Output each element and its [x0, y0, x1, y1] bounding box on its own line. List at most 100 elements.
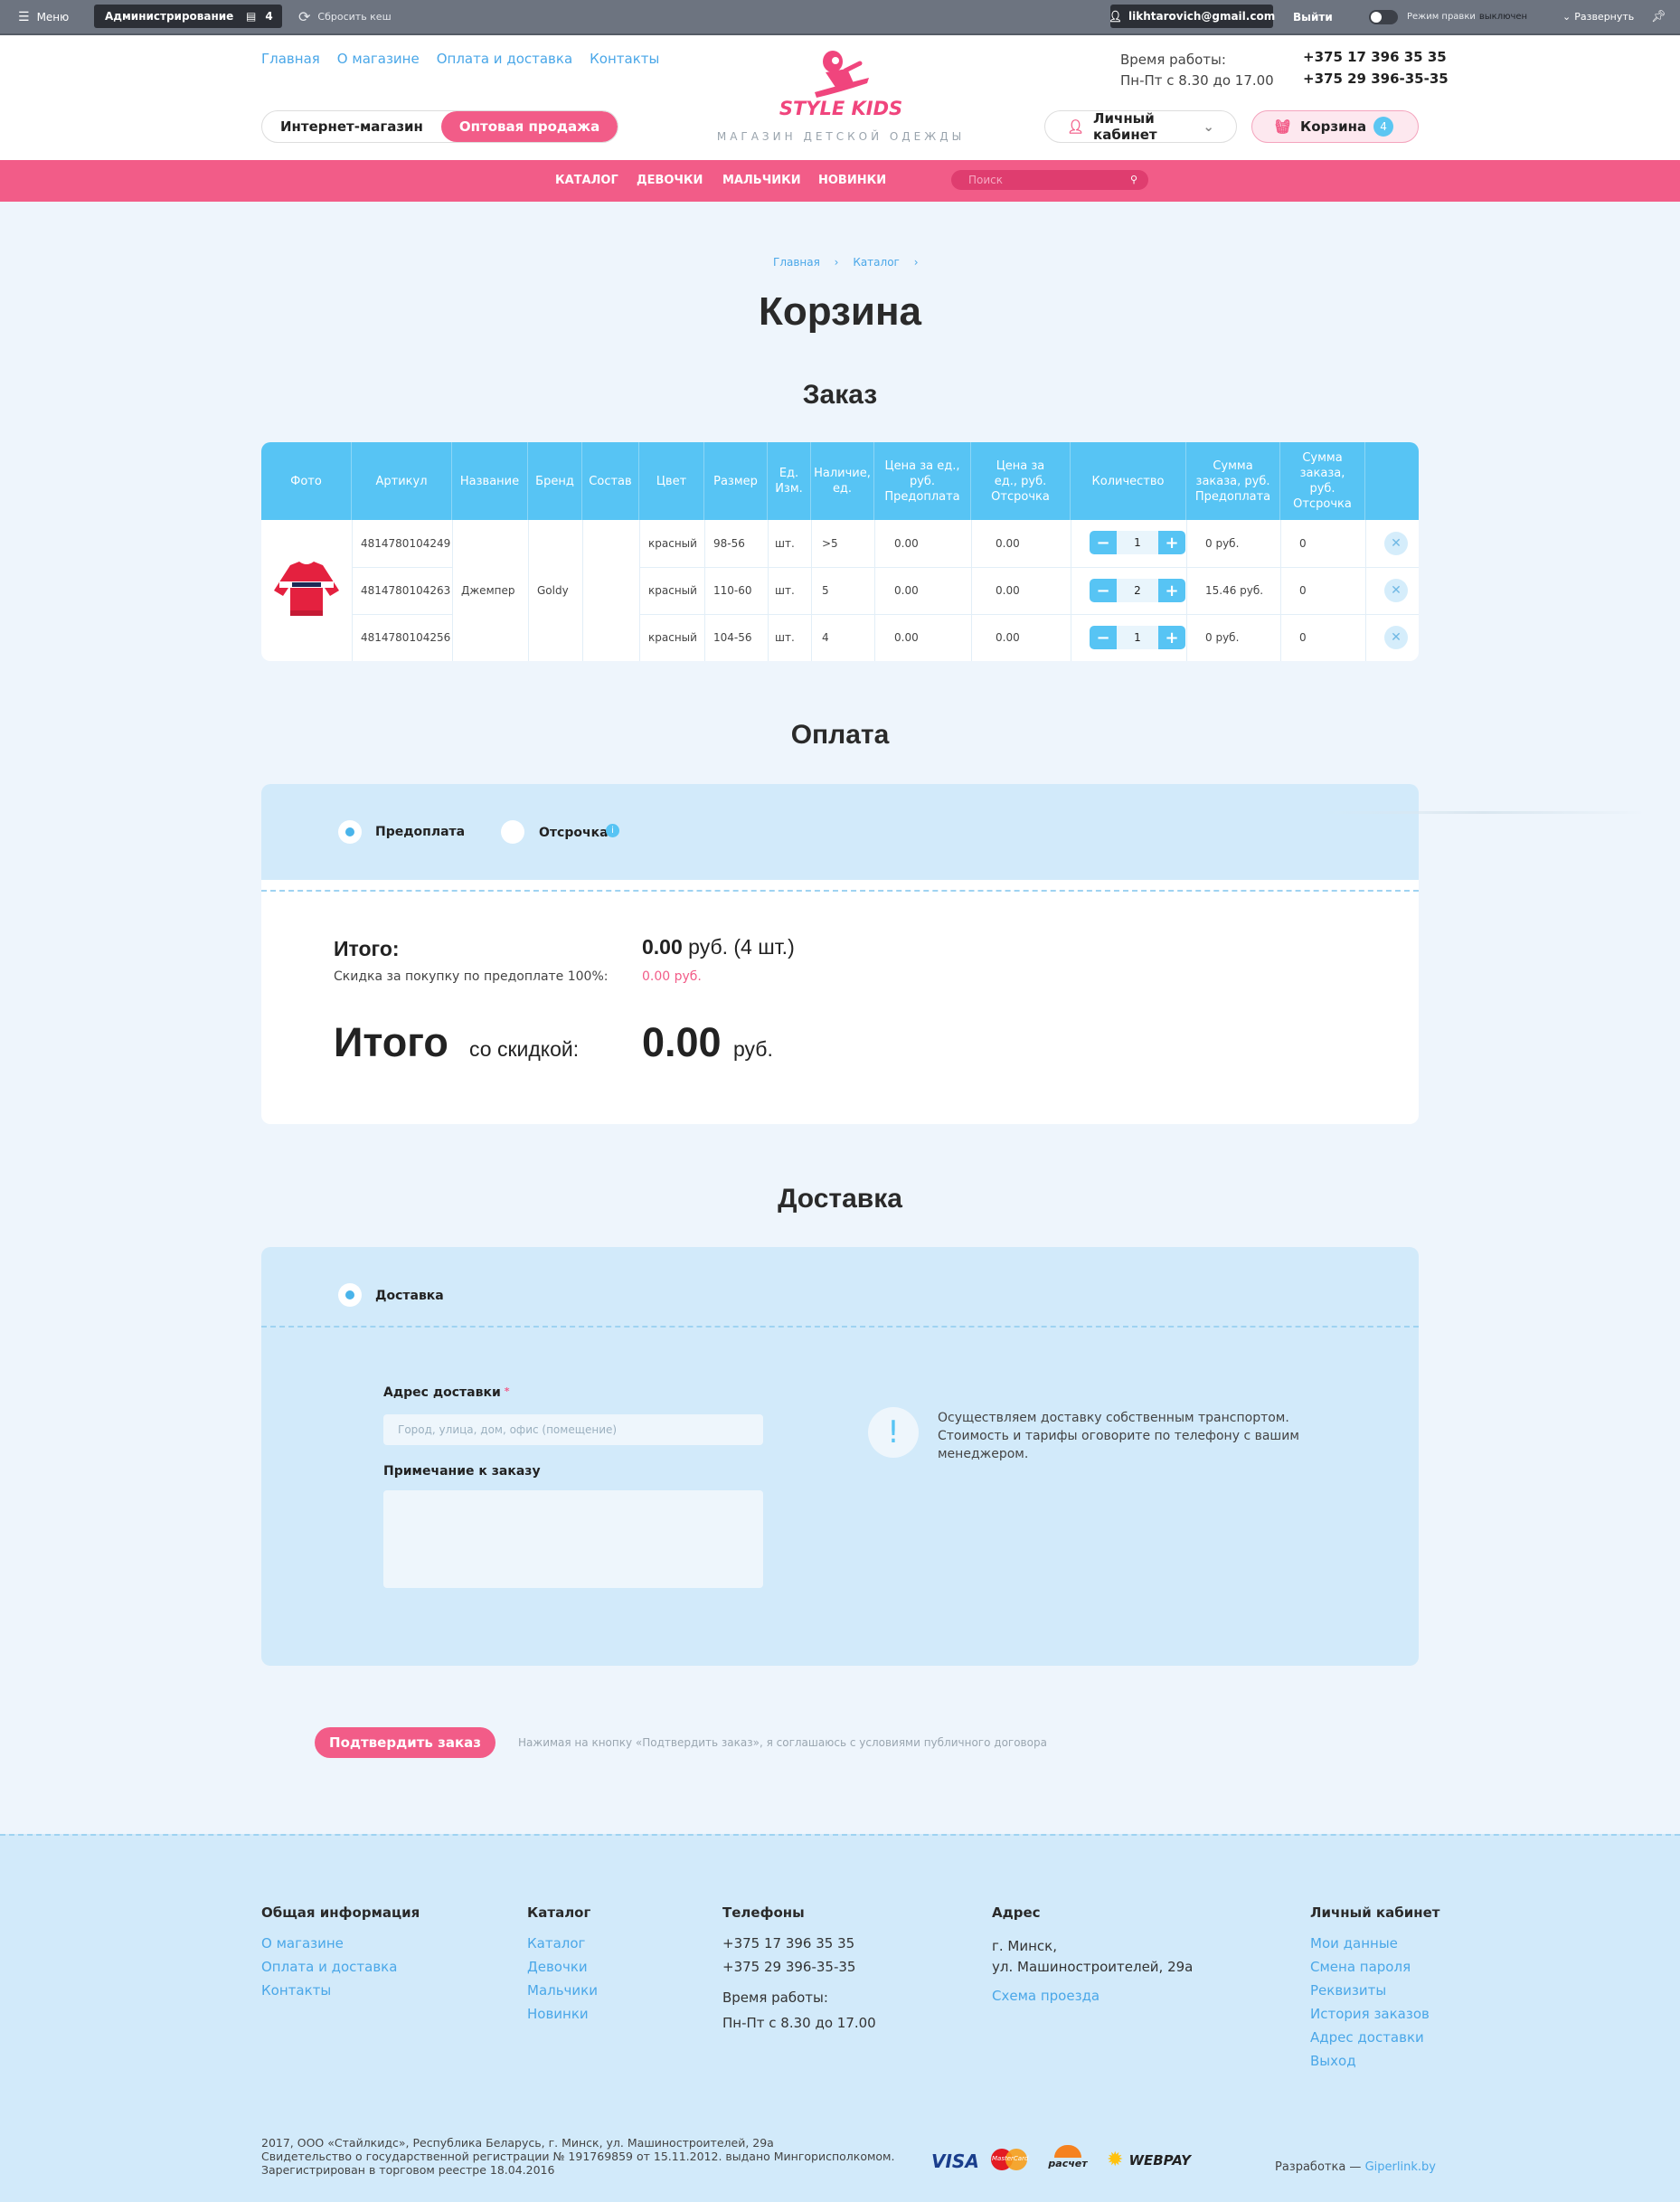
header-phone-2[interactable]: +375 29 396-35-35 [1303, 71, 1449, 87]
top-link-about[interactable]: О магазине [337, 51, 420, 67]
row-2-qty-plus[interactable]: + [1158, 579, 1185, 602]
radio-deferred[interactable] [501, 820, 524, 844]
row-2-qty-minus[interactable]: − [1090, 579, 1117, 602]
edit-mode-label: Режим правки [1407, 12, 1476, 22]
address-label-text: Адрес доставки [383, 1385, 501, 1400]
row-2-size: 110-60 [713, 584, 752, 597]
footer-link-boys[interactable]: Мальчики [527, 1982, 598, 1999]
footer-link-payment[interactable]: Оплата и доставка [261, 1959, 397, 1975]
product-photo[interactable] [270, 560, 343, 618]
prepay-label[interactable]: Предоплата [375, 825, 465, 839]
page-title: Корзина [759, 289, 921, 334]
user-icon: 👤︎ [1108, 10, 1123, 23]
footer-link-delivery-address[interactable]: Адрес доставки [1310, 2029, 1424, 2046]
nav-boys[interactable]: МАЛЬЧИКИ [722, 160, 801, 202]
nav-girls[interactable]: ДЕВОЧКИ [637, 160, 703, 202]
expand-button[interactable]: ⌄ Развернуть [1562, 0, 1634, 33]
footer-phone-1[interactable]: +375 17 396 35 35 [722, 1935, 854, 1952]
top-link-contacts[interactable]: Контакты [590, 51, 659, 67]
deferred-label[interactable]: Отсрочка [539, 826, 609, 840]
footer-link-my-data[interactable]: Мои данные [1310, 1935, 1398, 1952]
row-1-qty-plus[interactable]: + [1158, 531, 1185, 554]
footer-link-change-password[interactable]: Смена пароля [1310, 1959, 1411, 1975]
basket-icon: 🧺︎ [1274, 118, 1292, 135]
footer-phone-2[interactable]: +375 29 396-35-35 [722, 1959, 855, 1975]
footer-address-title: Адрес [992, 1904, 1041, 1921]
admin-counter-button[interactable]: ▤ 4 [237, 5, 282, 28]
developer-link[interactable]: Giperlink.by [1365, 2160, 1436, 2174]
search-input[interactable]: Поиск ⚲ [951, 170, 1148, 190]
cart-button[interactable]: 🧺︎ Корзина 4 [1251, 110, 1419, 143]
admin-user-email: likhtarovich@gmail.com [1128, 10, 1276, 23]
cart-count-badge: 4 [1373, 117, 1394, 137]
reset-cache-button[interactable]: ⟳ Сбросить кеш [298, 0, 392, 33]
payment-title: Оплата [790, 720, 890, 750]
row-3-qty-minus[interactable]: − [1090, 626, 1117, 649]
row-3-qty-input[interactable]: 1 [1117, 626, 1158, 649]
admin-user-button[interactable]: 👤︎ likhtarovich@gmail.com [1108, 5, 1276, 28]
search-icon[interactable]: ⚲ [1130, 170, 1137, 190]
radio-prepay[interactable] [338, 820, 362, 844]
header-phone-1[interactable]: +375 17 396 35 35 [1303, 49, 1447, 65]
edit-mode-toggle[interactable]: Режим правки выключен [1369, 0, 1527, 33]
top-link-home[interactable]: Главная [261, 51, 320, 67]
footer-map-link[interactable]: Схема проезда [992, 1988, 1100, 2004]
mastercard-logo: MasterCard [991, 2147, 1029, 2172]
confirm-order-button[interactable]: Подтвердить заказ [315, 1727, 496, 1758]
pin-icon[interactable]: 📌︎ [1651, 0, 1666, 33]
work-hours: Пн-Пт с 8.30 до 17.00 [1120, 72, 1274, 89]
hamburger-icon: ☰ [18, 9, 30, 24]
row-1-price-prepay: 0.00 [894, 537, 919, 550]
row-2-stock: 5 [822, 584, 829, 597]
breadcrumb-catalog[interactable]: Каталог [853, 256, 900, 269]
raschet-logo-text: расчет [1048, 2158, 1088, 2169]
breadcrumb-home[interactable]: Главная [773, 256, 820, 269]
delivery-option-label[interactable]: Доставка [375, 1289, 444, 1303]
footer-link-logout[interactable]: Выход [1310, 2053, 1356, 2069]
top-links: Главная О магазине Оплата и доставка Контак… [261, 50, 676, 67]
note-textarea[interactable] [383, 1490, 763, 1588]
refresh-icon: ⟳ [298, 8, 311, 25]
footer-link-girls[interactable]: Девочки [527, 1959, 588, 1975]
row-3-qty-plus[interactable]: + [1158, 626, 1185, 649]
admin-menu-button[interactable]: ☰ Меню [18, 0, 69, 33]
final-value: 0.00 [642, 1019, 722, 1065]
logout-button[interactable]: Выйти [1293, 0, 1333, 33]
row-1-qty-input[interactable]: 1 [1117, 531, 1158, 554]
footer-link-requisites[interactable]: Реквизиты [1310, 1982, 1386, 1999]
footer-link-catalog[interactable]: Каталог [527, 1935, 585, 1952]
total-label: Итого: [334, 937, 400, 960]
final-currency: руб. [733, 1037, 773, 1061]
search-placeholder: Поиск [968, 174, 1004, 186]
row-2-sku: 4814780104263 [361, 584, 451, 597]
footer-link-order-history[interactable]: История заказов [1310, 2006, 1430, 2022]
address-input[interactable]: Город, улица, дом, офис (помещение) [383, 1414, 763, 1445]
info-icon[interactable]: i [606, 824, 619, 837]
footer-link-new[interactable]: Новинки [527, 2006, 589, 2022]
col-sum-deferred: Сумма заказа, руб. Отсрочка [1280, 442, 1365, 520]
developer-credit: Разработка — Giperlink.by [1275, 2160, 1436, 2174]
top-link-payment[interactable]: Оплата и доставка [437, 51, 572, 67]
note-label: Примечание к заказу [383, 1464, 541, 1479]
nav-new[interactable]: НОВИНКИ [818, 160, 886, 202]
col-price-deferred: Цена за ед., руб. Отсрочка [971, 442, 1071, 520]
seg-wholesale[interactable]: Оптовая продажа [440, 111, 618, 142]
admin-panel-button[interactable]: Администрирование [94, 5, 245, 28]
radio-delivery[interactable] [338, 1283, 362, 1307]
footer-link-about[interactable]: О магазине [261, 1935, 344, 1952]
footer-legal: 2017, ООО «Стайлкидс», Республика Белару… [261, 2136, 894, 2177]
row-2-remove-icon[interactable]: ✕ [1384, 579, 1408, 602]
col-sku: Артикул [352, 442, 452, 520]
row-3-remove-icon[interactable]: ✕ [1384, 626, 1408, 649]
seg-retail[interactable]: Интернет-магазин [262, 111, 441, 142]
footer-catalog-title: Каталог [527, 1904, 591, 1921]
row-1-remove-icon[interactable]: ✕ [1384, 532, 1408, 555]
toggle-switch[interactable] [1369, 9, 1398, 24]
footer-link-contacts[interactable]: Контакты [261, 1982, 331, 1999]
nav-catalog[interactable]: КАТАЛОГ [555, 160, 618, 202]
row-2-qty-input[interactable]: 2 [1117, 579, 1158, 602]
account-button[interactable]: 👤︎ Личный кабинет ⌄ [1044, 110, 1237, 143]
admin-bar: ☰ Меню Администрирование ▤ 4 ⟳ Сбросить … [0, 0, 1680, 35]
site-logo[interactable]: STYLE KIDS МАГАЗИН ДЕТСКОЙ ОДЕЖДЫ [705, 45, 977, 145]
row-1-qty-minus[interactable]: − [1090, 531, 1117, 554]
